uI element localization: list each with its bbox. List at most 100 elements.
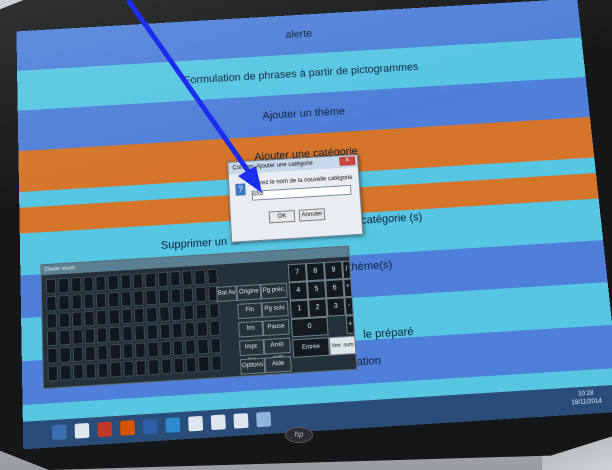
key[interactable] [109, 326, 121, 343]
key-bat-av[interactable]: Bat Av [216, 285, 238, 303]
key[interactable] [182, 287, 194, 304]
key-pause[interactable]: Pause [262, 319, 290, 337]
key[interactable] [85, 362, 97, 380]
key[interactable] [83, 276, 94, 292]
key[interactable] [70, 276, 82, 293]
key[interactable] [58, 294, 70, 311]
key[interactable] [185, 339, 197, 356]
key[interactable] [108, 309, 120, 326]
key-minus[interactable]: - [344, 296, 354, 316]
word-icon[interactable] [142, 418, 158, 435]
key[interactable] [159, 340, 172, 357]
key[interactable] [171, 305, 183, 322]
key[interactable] [96, 309, 108, 326]
key[interactable] [133, 290, 145, 307]
close-icon[interactable]: ✕ [339, 156, 356, 166]
key[interactable] [95, 292, 107, 309]
key[interactable] [58, 277, 69, 294]
key[interactable] [158, 288, 170, 305]
key[interactable] [122, 360, 135, 377]
cancel-button[interactable]: Annuler [298, 208, 326, 222]
key[interactable] [134, 324, 146, 341]
key[interactable] [196, 321, 208, 338]
key[interactable] [198, 355, 210, 373]
app-icon[interactable] [256, 411, 272, 428]
key-2[interactable]: 2 [308, 298, 328, 318]
key[interactable] [71, 328, 83, 345]
key[interactable] [97, 344, 109, 361]
key[interactable] [170, 288, 182, 304]
key[interactable] [83, 310, 95, 327]
app-icon[interactable] [188, 415, 204, 432]
key[interactable] [122, 343, 134, 360]
category-name-input[interactable]: tsfsd [251, 184, 352, 201]
key[interactable] [96, 327, 108, 344]
key[interactable] [197, 338, 209, 355]
key-0[interactable]: 0 [290, 316, 329, 338]
skype-icon[interactable] [165, 417, 181, 433]
key[interactable] [109, 343, 121, 360]
key[interactable] [182, 270, 194, 286]
key[interactable] [135, 359, 147, 377]
key[interactable] [173, 357, 185, 374]
key[interactable] [134, 342, 146, 359]
key[interactable] [145, 272, 156, 289]
key[interactable] [145, 289, 157, 306]
start-icon[interactable] [51, 424, 67, 441]
key[interactable] [206, 268, 218, 285]
key-options[interactable]: Options [239, 357, 266, 375]
app-icon[interactable] [120, 420, 135, 436]
key-pg-prec[interactable]: Pg préc. [260, 282, 288, 300]
key[interactable] [47, 347, 59, 364]
key[interactable] [84, 345, 96, 362]
key[interactable] [159, 323, 171, 340]
key[interactable] [45, 278, 57, 295]
key[interactable] [59, 346, 71, 364]
key-aide[interactable]: Aide [264, 356, 292, 374]
key[interactable] [148, 359, 160, 376]
key[interactable] [121, 308, 133, 325]
key-1[interactable]: 1 [289, 299, 310, 319]
key[interactable] [46, 330, 58, 347]
key[interactable] [108, 291, 120, 308]
key[interactable] [46, 312, 58, 329]
key[interactable] [146, 324, 158, 341]
key[interactable] [146, 306, 158, 323]
key[interactable] [120, 273, 132, 290]
key[interactable] [194, 269, 206, 286]
key[interactable] [209, 320, 221, 337]
key[interactable] [172, 339, 184, 357]
key-5[interactable]: 5 [306, 280, 327, 300]
key[interactable] [195, 286, 207, 303]
key[interactable] [169, 270, 181, 287]
key[interactable] [183, 304, 195, 321]
key[interactable] [60, 364, 72, 381]
media-player-icon[interactable] [210, 414, 226, 431]
key[interactable] [196, 303, 208, 320]
key[interactable] [210, 355, 223, 372]
key[interactable] [147, 341, 159, 358]
key-fin[interactable]: Fin [237, 302, 263, 320]
key-plus[interactable]: + [345, 315, 356, 335]
key-7[interactable]: 7 [287, 263, 307, 283]
key-arret-defil[interactable]: Arrêt défil [263, 337, 291, 362]
key[interactable] [95, 275, 107, 292]
key[interactable] [160, 358, 172, 375]
key[interactable] [133, 307, 145, 324]
key-impr-ecr[interactable]: Impr. écr. [239, 339, 265, 364]
explorer-icon[interactable] [74, 422, 90, 439]
key-9[interactable]: 9 [323, 261, 344, 281]
key-8[interactable]: 8 [305, 262, 326, 282]
key[interactable] [72, 346, 84, 363]
key-divide[interactable]: / [342, 260, 352, 280]
key[interactable] [58, 312, 70, 329]
key[interactable] [208, 302, 220, 319]
key-4[interactable]: 4 [288, 281, 309, 301]
taskbar-clock[interactable]: 10:28 18/11/2014 [570, 389, 602, 408]
key[interactable] [71, 294, 82, 310]
key[interactable] [210, 337, 222, 354]
key[interactable] [120, 291, 132, 307]
app-icon[interactable] [97, 421, 113, 438]
key-pg-suiv[interactable]: Pg suiv. [261, 300, 289, 318]
key[interactable] [83, 293, 95, 310]
